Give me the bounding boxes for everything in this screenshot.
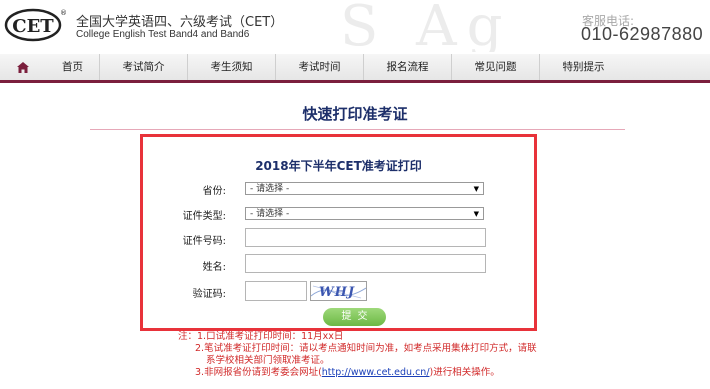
note-line-3: 系学校相关部门领取准考证。 — [206, 355, 330, 366]
note-line-1: 注：1.口试准考证打印时间：11月xx日 — [178, 331, 344, 342]
decorative-letters: S Ag — [340, 0, 513, 52]
print-form-panel: 2018年下半年CET准考证打印 省份: - 请选择 - ▼ 证件类型: - 请… — [140, 134, 537, 331]
note-line-4-suffix: )进行相关操作。 — [429, 367, 500, 378]
logo-text: CET — [12, 16, 54, 37]
province-select-value: - 请选择 - — [250, 184, 290, 194]
main-nav: 首页 考试简介 考生须知 考试时间 报名流程 常见问题 特别提示 — [0, 54, 710, 83]
captcha-text: WHJ — [319, 285, 355, 300]
nav-item-intro[interactable]: 考试简介 — [99, 54, 187, 80]
notes-block: 注：1.口试准考证打印时间：11月xx日 2.笔试准考证打印时间：请以考点通知时… — [178, 331, 578, 379]
hotline-number: 010-62987880 — [581, 24, 704, 44]
id-type-select[interactable]: - 请选择 - ▼ — [245, 207, 484, 220]
nav-home-button[interactable] — [0, 54, 46, 80]
nav-item-faq[interactable]: 常见问题 — [451, 54, 539, 80]
note-line-4: 3.非网报省份请到考委会网址(http://www.cet.edu.cn/)进行… — [178, 367, 578, 379]
id-number-label: 证件号码: — [182, 236, 226, 247]
note-line-2: 2.笔试准考证打印时间：请以考点通知时间为准，如考点采用集体打印方式，请联 — [195, 343, 537, 354]
id-number-input[interactable] — [245, 228, 486, 247]
title-divider — [90, 129, 625, 130]
cet-logo[interactable]: CET ® — [4, 6, 67, 42]
nav-item-registration[interactable]: 报名流程 — [363, 54, 451, 80]
province-select[interactable]: - 请选择 - ▼ — [245, 182, 484, 195]
chevron-down-icon: ▼ — [473, 185, 479, 193]
name-input[interactable] — [245, 254, 486, 273]
province-label: 省份: — [202, 186, 226, 197]
nav-item-notice[interactable]: 考生须知 — [187, 54, 275, 80]
nav-item-schedule[interactable]: 考试时间 — [275, 54, 363, 80]
nav-item-special-tips[interactable]: 特别提示 — [539, 54, 627, 80]
home-icon — [17, 58, 29, 77]
id-type-select-value: - 请选择 - — [250, 209, 290, 219]
captcha-image[interactable]: WHJ — [310, 281, 367, 301]
cet-website-link[interactable]: http://www.cet.edu.cn/ — [322, 367, 430, 378]
submit-button[interactable]: 提交 — [323, 308, 386, 326]
chevron-down-icon: ▼ — [473, 210, 479, 218]
note-line-4-prefix: 3.非网报省份请到考委会网址( — [195, 367, 322, 378]
brand-title-en: College English Test Band4 and Band6 — [76, 29, 250, 40]
brand-title-cn: 全国大学英语四、六级考试（CET） — [76, 15, 284, 30]
registered-mark: ® — [60, 9, 66, 17]
page-title: 快速打印准考证 — [302, 105, 408, 123]
name-label: 姓名: — [202, 262, 226, 273]
id-type-label: 证件类型: — [182, 211, 226, 222]
captcha-input[interactable] — [245, 281, 307, 301]
captcha-label: 验证码: — [192, 289, 226, 300]
nav-item-home[interactable]: 首页 — [46, 54, 99, 80]
site-header: S Ag CET ® 全国大学英语四、六级考试（CET） College Eng… — [0, 0, 710, 52]
form-title: 2018年下半年CET准考证打印 — [255, 159, 422, 173]
